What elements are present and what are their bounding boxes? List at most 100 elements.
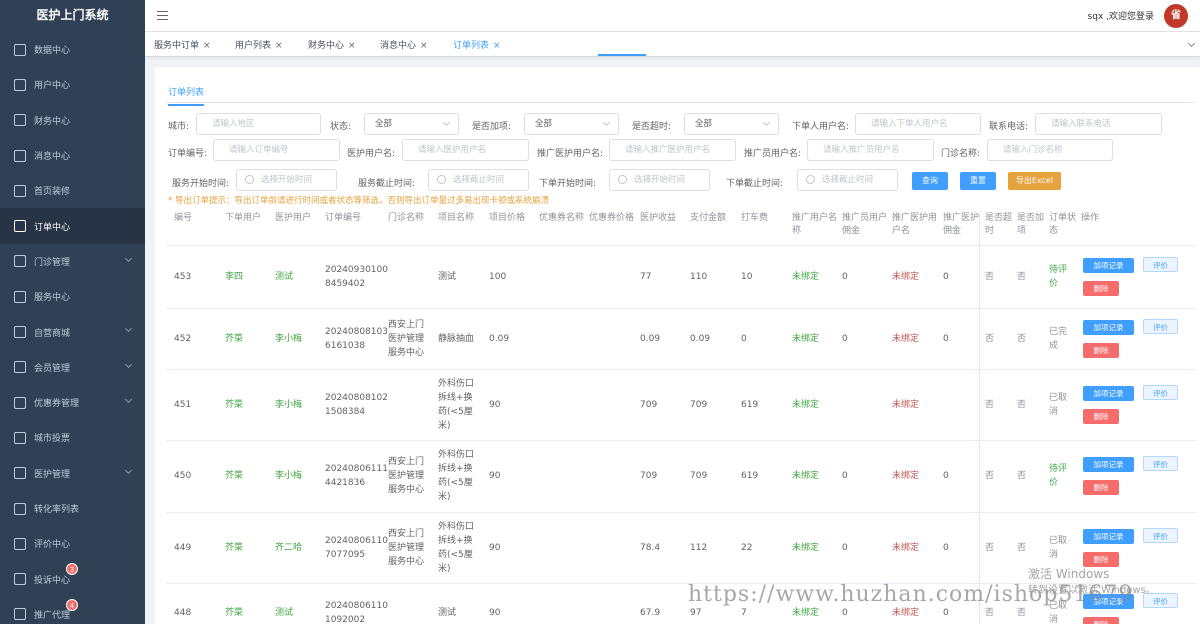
sidebar-item-16[interactable]: 推广代理 4 xyxy=(0,597,145,624)
service-end-picker[interactable]: 选择截止时间 xyxy=(428,169,529,191)
avatar[interactable]: 省 xyxy=(1164,4,1188,28)
column-header[interactable]: 项目价格 xyxy=(489,212,534,225)
clinic-input[interactable]: 请输入门诊名称 xyxy=(987,139,1113,161)
city-input[interactable]: 请输入地区 xyxy=(196,113,321,135)
sidebar-item-3[interactable]: 消息中心 xyxy=(0,138,145,173)
sidebar-item-11[interactable]: 城市投票 xyxy=(0,420,145,455)
nurse-name-input[interactable]: 请输入医护用户名 xyxy=(402,139,529,161)
order-number: 1508384 xyxy=(325,406,366,417)
tab-3[interactable]: 消息中心 × xyxy=(380,38,428,51)
export-excel-button[interactable]: 导出Excel xyxy=(1008,172,1061,190)
order-status: 价 xyxy=(1049,478,1059,488)
sidebar-item-7[interactable]: 服务中心 xyxy=(0,279,145,314)
user-name-input[interactable]: 请输入下单人用户名 xyxy=(855,113,981,135)
delete-button[interactable]: 删除 xyxy=(1083,281,1119,296)
sidebar-item-0[interactable]: 数据中心 xyxy=(0,32,145,67)
extra-select[interactable]: 全部 xyxy=(524,113,619,135)
order-no-input[interactable]: 请输入订单编号 xyxy=(213,139,340,161)
order-status: 已完 xyxy=(1049,326,1068,337)
column-header[interactable]: 支付金额 xyxy=(690,212,735,225)
evaluate-button[interactable]: 评价 xyxy=(1143,384,1178,400)
extra-record-button[interactable]: 加项记录 xyxy=(1083,258,1134,273)
sidebar-item-14[interactable]: 评价中心 xyxy=(0,526,145,561)
order-id: 453 xyxy=(174,272,192,282)
chevron-down-icon[interactable] xyxy=(1187,39,1196,48)
sidebar-item-13[interactable]: 转化率列表 xyxy=(0,491,145,526)
sidebar-item-5[interactable]: 订单中心 xyxy=(0,208,145,244)
column-header[interactable]: 推广员用户佣金 xyxy=(842,212,887,238)
project-price: 0.09 xyxy=(489,333,510,344)
sidebar-item-9[interactable]: 会员管理 xyxy=(0,350,145,385)
project-name: 药(<5厘 xyxy=(438,406,473,417)
column-header[interactable]: 项目名称 xyxy=(438,212,486,225)
status-select[interactable]: 全部 xyxy=(364,113,459,135)
close-icon[interactable]: × xyxy=(420,41,428,51)
column-header[interactable]: 打车费 xyxy=(741,212,786,225)
tab-4[interactable]: 订单列表 × xyxy=(453,38,501,51)
column-header[interactable]: 是否超时 xyxy=(985,212,1013,238)
extra-record-button[interactable]: 加项记录 xyxy=(1083,457,1134,472)
order-status: 消 xyxy=(1049,615,1059,624)
column-header[interactable]: 医护收益 xyxy=(640,212,685,225)
extra-record-button[interactable]: 加项记录 xyxy=(1083,385,1134,401)
order-start-placeholder: 选择开始时间 xyxy=(634,175,686,185)
overtime-select[interactable]: 全部 xyxy=(684,113,779,135)
app-title: 医护上门系统 xyxy=(36,8,109,22)
delete-button[interactable]: 删除 xyxy=(1083,480,1119,495)
sidebar-item-4[interactable]: 首页装修 xyxy=(0,173,145,208)
column-header[interactable]: 推广医护佣金 xyxy=(943,212,981,238)
extra-record-button[interactable]: 加项记录 xyxy=(1083,528,1134,544)
close-icon[interactable]: × xyxy=(203,41,211,51)
evaluate-button[interactable]: 评价 xyxy=(1143,456,1178,471)
evaluate-button[interactable]: 评价 xyxy=(1143,527,1178,543)
service-start-label: 服务开始时间: xyxy=(172,179,230,189)
hamburger-icon[interactable] xyxy=(157,11,168,20)
column-header[interactable]: 是否加项 xyxy=(1017,212,1045,238)
reset-button[interactable]: 重置 xyxy=(960,172,996,190)
column-header[interactable]: 推广用户名称 xyxy=(792,212,837,238)
delete-button[interactable]: 删除 xyxy=(1083,408,1119,424)
sidebar-item-2[interactable]: 财务中心 xyxy=(0,103,145,138)
column-header[interactable]: 订单状态 xyxy=(1049,212,1077,238)
nurse-income: 0.09 xyxy=(640,333,661,344)
sidebar-item-15[interactable]: 投诉中心 3 xyxy=(0,561,145,596)
promo-fee: 0 xyxy=(842,471,848,481)
close-icon[interactable]: × xyxy=(348,41,356,51)
extra-record-button[interactable]: 加项记录 xyxy=(1083,319,1134,335)
sidebar-item-label: 数据中心 xyxy=(34,46,71,57)
evaluate-button[interactable]: 评价 xyxy=(1143,257,1178,272)
promoter-input[interactable]: 请输入推广员用户名 xyxy=(807,139,934,161)
sidebar-item-8[interactable]: 自营商城 xyxy=(0,314,145,349)
phone-input[interactable]: 请输入联系电话 xyxy=(1035,113,1162,135)
order-id: 450 xyxy=(174,471,192,481)
service-start-picker[interactable]: 选择开始时间 xyxy=(236,169,337,191)
evaluate-button[interactable]: 评价 xyxy=(1143,318,1178,334)
order-start-picker[interactable]: 选择开始时间 xyxy=(609,169,710,191)
column-header[interactable]: 门诊名称 xyxy=(388,212,433,225)
column-header[interactable]: 订单编号 xyxy=(325,212,385,225)
delete-button[interactable]: 删除 xyxy=(1083,617,1119,624)
close-icon[interactable]: × xyxy=(493,41,501,51)
column-header[interactable]: 推广医护用户名 xyxy=(892,212,937,238)
column-header[interactable]: 编号 xyxy=(174,212,219,225)
sidebar-item-label: 服务中心 xyxy=(34,293,71,304)
column-header[interactable]: 优惠券价格 xyxy=(589,212,634,225)
column-header[interactable]: 下单用户 xyxy=(225,212,270,225)
delete-button[interactable]: 删除 xyxy=(1083,342,1119,358)
sidebar-item-12[interactable]: 医护管理 xyxy=(0,456,145,491)
order-end-picker[interactable]: 选择截止时间 xyxy=(797,169,898,191)
order-id: 452 xyxy=(174,333,192,344)
column-header[interactable]: 操作 xyxy=(1081,212,1171,225)
sidebar-item-6[interactable]: 门诊管理 xyxy=(0,244,145,279)
tab-0[interactable]: 服务中订单 × xyxy=(154,38,211,51)
tab-2[interactable]: 财务中心 × xyxy=(308,38,356,51)
sidebar-item-1[interactable]: 用户中心 xyxy=(0,67,145,102)
close-icon[interactable]: × xyxy=(275,41,283,51)
promo-nurse-input[interactable]: 请输入推广医护用户名 xyxy=(609,139,736,161)
query-button[interactable]: 查询 xyxy=(912,172,948,190)
tab-1[interactable]: 用户列表 × xyxy=(235,38,283,51)
promo-fee: 0 xyxy=(842,333,848,344)
column-header[interactable]: 医护用户 xyxy=(275,212,320,225)
sidebar-item-10[interactable]: 优惠券管理 xyxy=(0,385,145,420)
column-header[interactable]: 优惠券名称 xyxy=(539,212,584,225)
